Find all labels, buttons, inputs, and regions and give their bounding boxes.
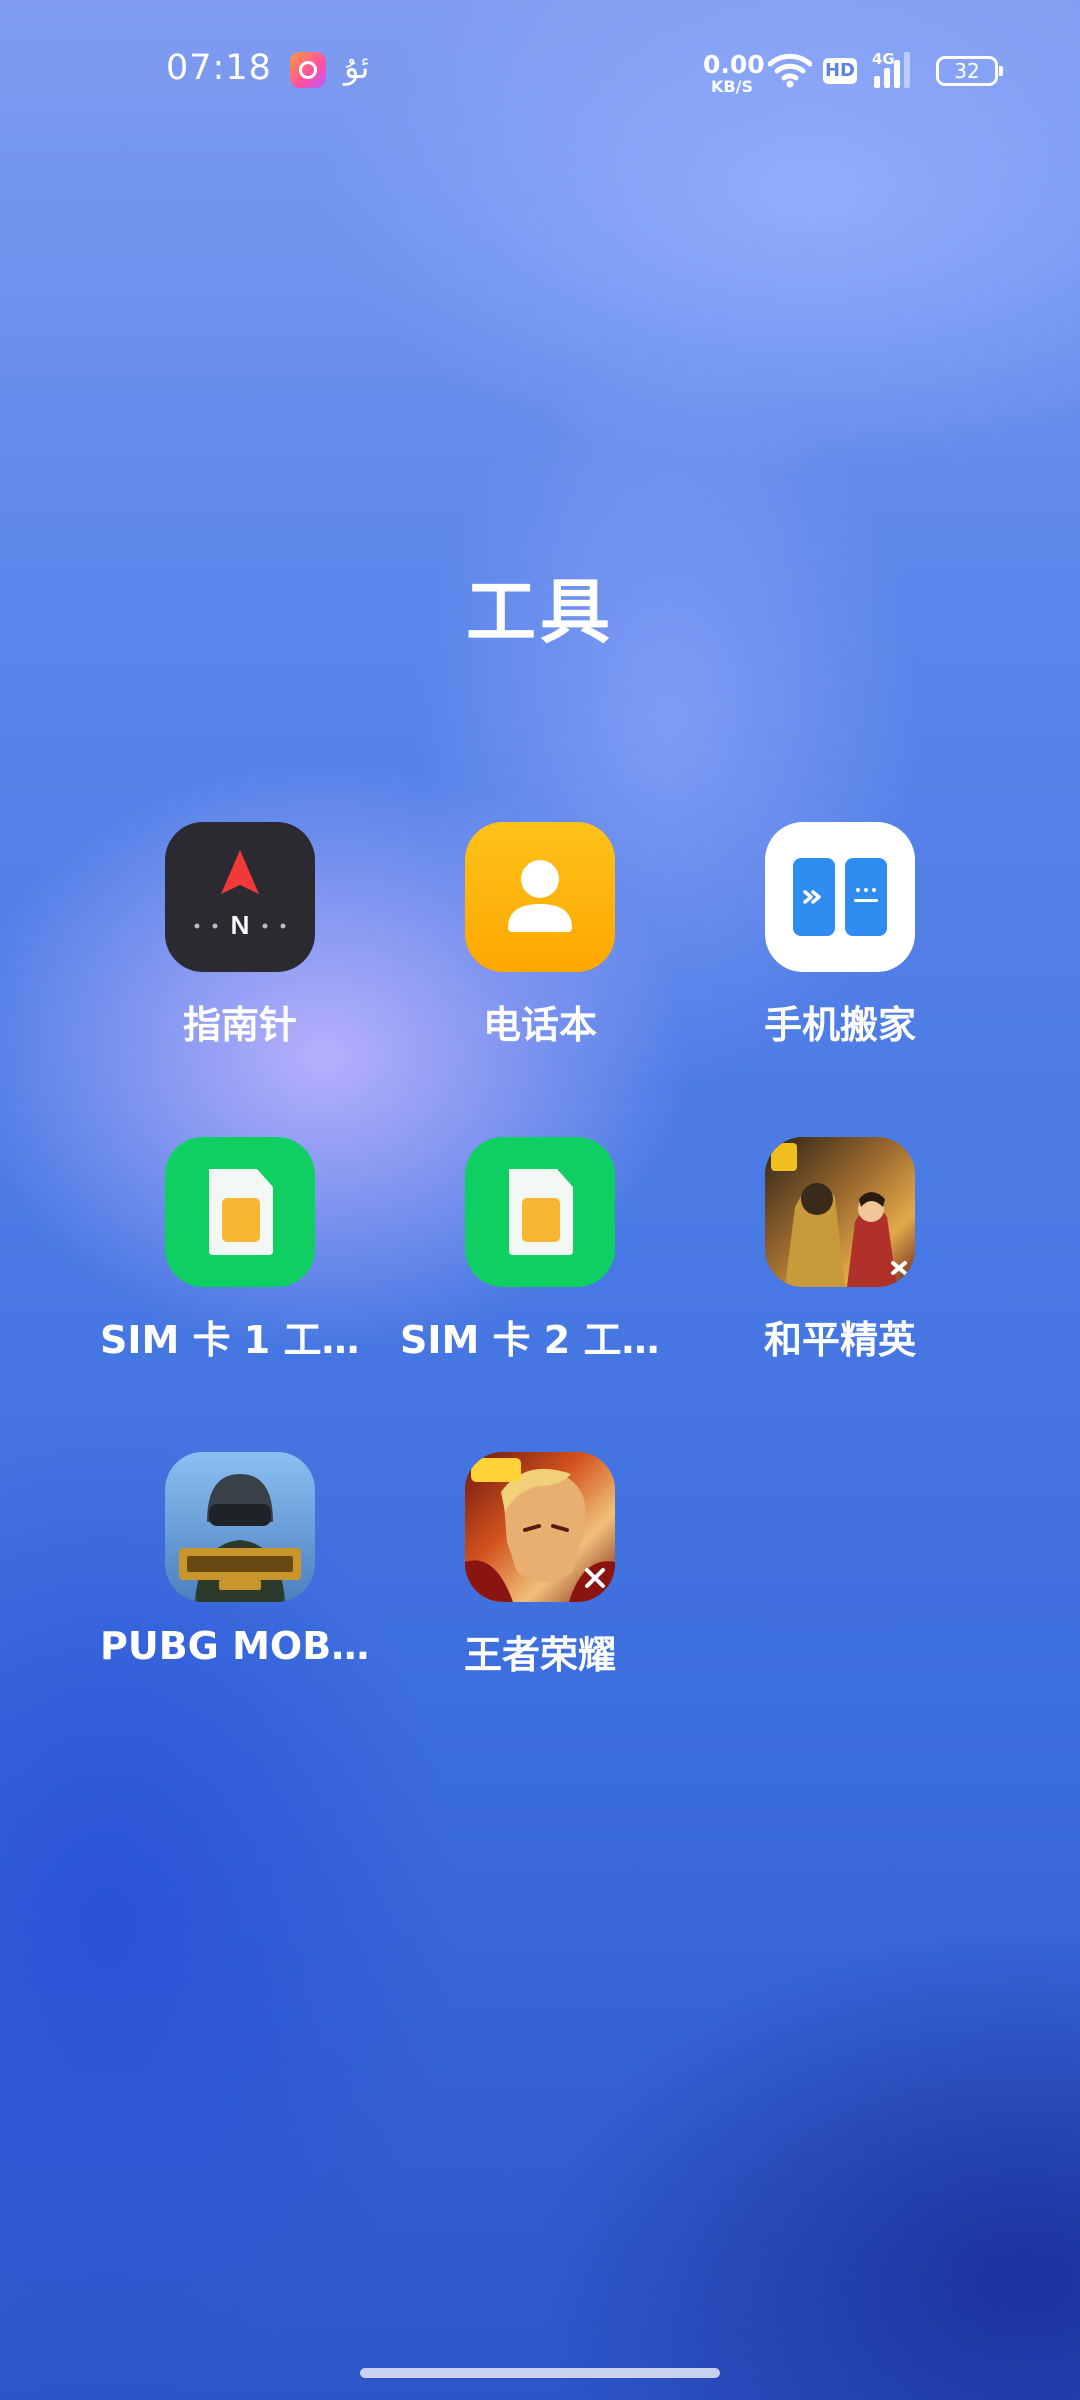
app-peace-elite[interactable]: 和平精英 xyxy=(710,1137,970,1397)
game-peace-elite-icon xyxy=(765,1137,915,1287)
hd-voice-icon: HD xyxy=(823,58,857,84)
network-speed: 0.00 KB/S xyxy=(703,50,765,96)
app-honor-of-kings[interactable]: 王者荣耀 xyxy=(410,1452,670,1712)
app-notification-icon xyxy=(290,52,326,88)
sim-card-icon xyxy=(165,1137,315,1287)
app-label: 手机搬家 xyxy=(763,1003,916,1047)
battery-icon: 32 xyxy=(936,56,1003,86)
cellular-signal-icon: 4G xyxy=(872,50,920,90)
folder-title[interactable]: 工具 xyxy=(0,556,1080,657)
app-label: 指南针 xyxy=(182,1003,297,1047)
app-sim1-toolkit[interactable]: SIM 卡 1 工具包 xyxy=(100,1137,380,1397)
network-speed-unit: KB/S xyxy=(711,77,753,96)
app-pubg-mobile[interactable]: PUBG MOBILE xyxy=(100,1452,380,1712)
notification-glyph: ئۇ xyxy=(344,48,370,86)
app-sim2-toolkit[interactable]: SIM 卡 2 工具包 xyxy=(400,1137,680,1397)
game-honor-of-kings-icon xyxy=(465,1452,615,1602)
clock: 07:18 xyxy=(166,48,272,88)
app-label: PUBG MOBILE xyxy=(100,1624,380,1668)
app-contacts[interactable]: 电话本 xyxy=(410,822,670,1082)
app-label: 王者荣耀 xyxy=(463,1633,616,1677)
home-indicator[interactable] xyxy=(360,2368,720,2378)
contacts-icon xyxy=(465,822,615,972)
app-label: 电话本 xyxy=(482,1003,597,1047)
sim-card-icon xyxy=(465,1137,615,1287)
svg-text:N: N xyxy=(231,910,250,940)
app-phone-clone[interactable]: 手机搬家 xyxy=(710,822,970,1082)
game-pubg-icon xyxy=(165,1452,315,1602)
app-label: SIM 卡 1 工具包 xyxy=(100,1318,380,1362)
app-label: SIM 卡 2 工具包 xyxy=(400,1318,680,1362)
status-bar: 07:18 ئۇ 0.00 KB/S HD 4G 32 xyxy=(0,0,1080,140)
app-compass[interactable]: N 指南针 xyxy=(110,822,370,1082)
network-speed-value: 0.00 xyxy=(703,50,765,79)
app-label: 和平精英 xyxy=(763,1318,916,1362)
compass-icon: N xyxy=(165,822,315,972)
phone-clone-icon xyxy=(765,822,915,972)
wifi-icon xyxy=(768,53,812,88)
